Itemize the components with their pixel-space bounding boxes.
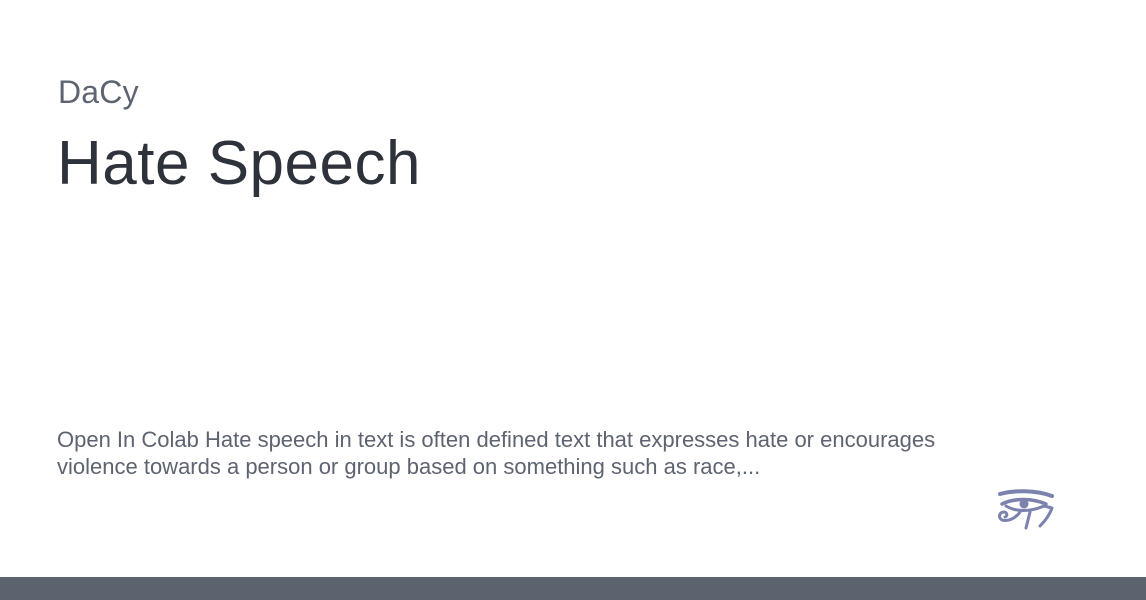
page-description: Open In Colab Hate speech in text is oft… — [57, 427, 936, 479]
eye-of-horus-icon — [996, 488, 1056, 534]
footer-bar — [0, 577, 1146, 600]
site-name: DaCy — [58, 74, 139, 110]
page-title: Hate Speech — [57, 129, 421, 198]
social-preview-card: DaCy Hate Speech Open In Colab Hate spee… — [0, 0, 1146, 600]
